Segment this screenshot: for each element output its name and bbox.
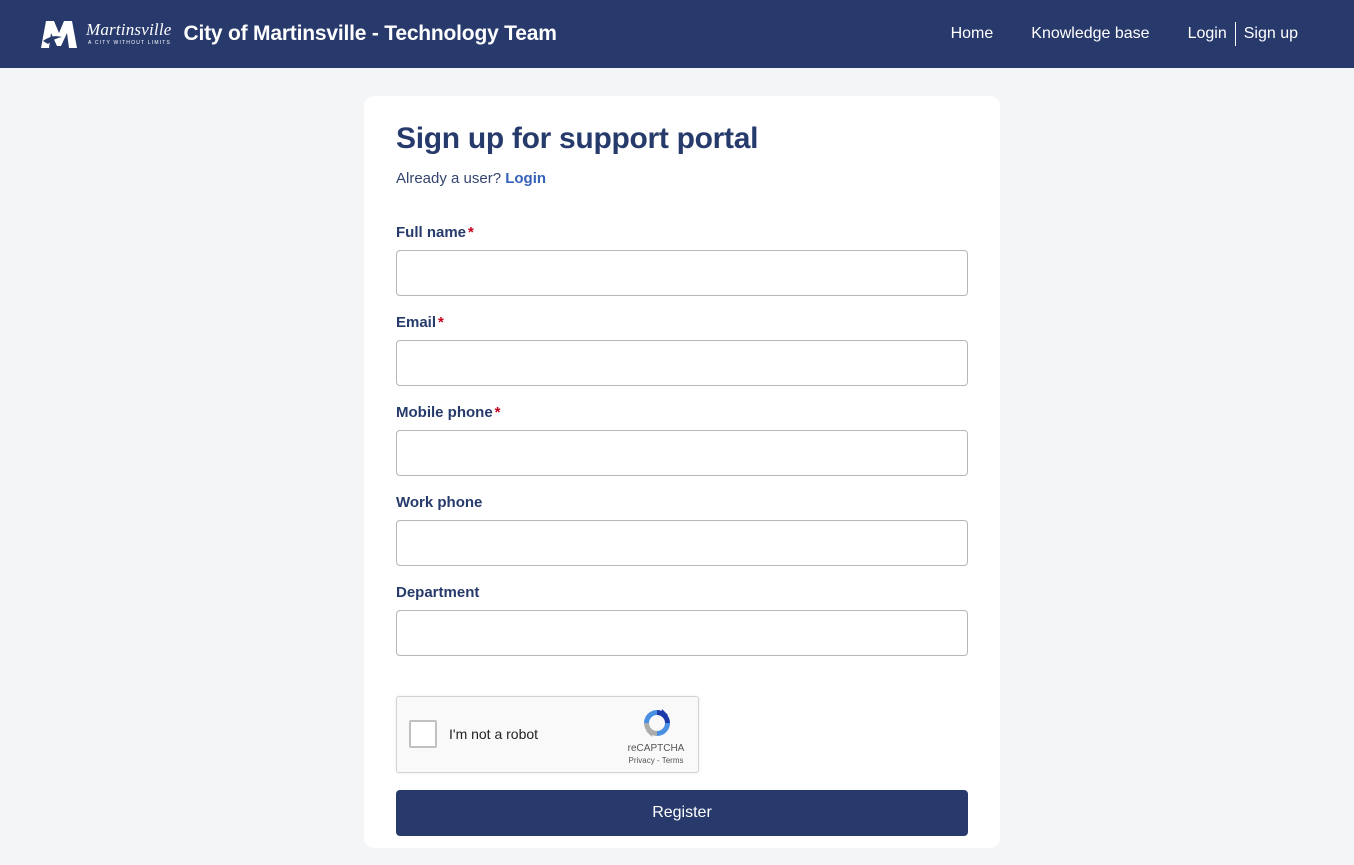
full-name-input[interactable] [396, 250, 968, 296]
logo-tagline: A CITY WITHOUT LIMITS [88, 40, 172, 46]
already-user-label: Already a user? [396, 170, 502, 187]
nav-divider [1234, 22, 1236, 46]
martinsville-m-logo-icon [41, 21, 77, 48]
recaptcha-privacy-terms[interactable]: Privacy - Terms [626, 756, 686, 765]
login-link[interactable]: Login [505, 170, 546, 187]
nav-signup-link[interactable]: Sign up [1244, 25, 1298, 43]
logo-text: Martinsville A CITY WITHOUT LIMITS [86, 21, 172, 47]
mobile-phone-field: Mobile phone * [396, 404, 968, 476]
work-phone-input[interactable] [396, 520, 968, 566]
top-navigation-bar: Martinsville A CITY WITHOUT LIMITS City … [0, 0, 1354, 68]
recaptcha-widget: I'm not a robot reCAPTCHA Privacy - Term… [396, 696, 699, 773]
email-input[interactable] [396, 340, 968, 386]
logo-name: Martinsville [86, 20, 172, 39]
email-label: Email * [396, 314, 444, 331]
mobile-phone-input[interactable] [396, 430, 968, 476]
recaptcha-label: I'm not a robot [449, 726, 539, 742]
recaptcha-checkbox[interactable] [409, 720, 437, 748]
page-title: Sign up for support portal [396, 122, 759, 155]
department-field: Department [396, 584, 968, 656]
required-mark: * [438, 314, 444, 331]
brand[interactable]: Martinsville A CITY WITHOUT LIMITS City … [40, 19, 557, 49]
signup-form: Sign up for support portal Already a use… [396, 120, 968, 836]
already-user-text: Already a user? Login [396, 170, 968, 187]
recaptcha-brand: reCAPTCHA [627, 743, 685, 754]
full-name-label: Full name * [396, 224, 474, 241]
mobile-phone-label: Mobile phone * [396, 404, 501, 421]
signup-card: Sign up for support portal Already a use… [364, 96, 1000, 848]
main-nav: Home Knowledge base Login Sign up [951, 0, 1298, 68]
recaptcha-logo-icon [644, 709, 670, 737]
work-phone-label: Work phone [396, 494, 483, 511]
nav-login-link[interactable]: Login [1188, 25, 1227, 43]
required-mark: * [494, 404, 501, 421]
work-phone-field: Work phone [396, 494, 968, 566]
nav-knowledge-base-link[interactable]: Knowledge base [1031, 25, 1149, 43]
full-name-field: Full name * [396, 224, 968, 296]
nav-home-link[interactable]: Home [951, 25, 994, 43]
department-input[interactable] [396, 610, 968, 656]
register-button[interactable]: Register [396, 790, 968, 836]
department-label: Department [396, 584, 480, 601]
site-title[interactable]: City of Martinsville - Technology Team [184, 22, 557, 46]
city-logo[interactable]: Martinsville A CITY WITHOUT LIMITS [40, 19, 172, 49]
required-mark: * [468, 224, 474, 241]
email-field: Email * [396, 314, 968, 386]
